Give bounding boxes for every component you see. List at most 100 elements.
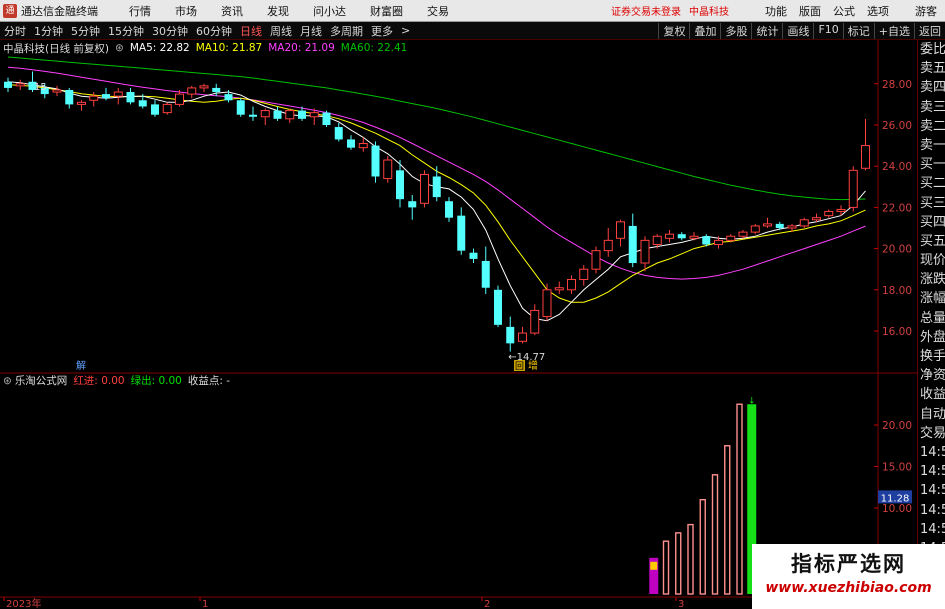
side-panel-item[interactable]: 卖二 [918,117,945,136]
side-panel-item[interactable]: 总量 [918,309,945,328]
side-panel-item[interactable]: 14:56 [918,462,945,481]
candle-body [494,289,502,325]
candle-body [665,233,674,239]
candle-body [52,89,62,93]
candle-body [309,112,319,118]
candle-body [763,223,772,227]
date-label: 2 [484,599,490,609]
side-panel-item[interactable]: 交易 [918,424,945,443]
down-arrow-icon: ↓ [748,396,756,406]
side-panel-item[interactable]: 卖五 [918,59,945,78]
side-panel-item[interactable]: 买一 [918,155,945,174]
side-panel-item[interactable]: 涨幅 [918,289,945,308]
date-label: 3 [678,599,684,609]
candle-body [408,201,417,208]
candle-body [848,169,858,208]
side-panel-item[interactable]: 委比 [918,40,945,59]
kline-chart[interactable]: 28.00 26.00 24.00 22.00 20.00 18.00 16.00 20.00… [0,0,945,609]
indicator-tick-label: 15.00 [882,462,912,474]
side-panel-item[interactable]: 14:56 [918,501,945,520]
side-panel-item[interactable]: 卖三 [918,98,945,117]
candle-body [15,83,25,87]
candle-body [616,221,625,239]
indicator-signal-mark [650,561,658,570]
candle-body [285,110,295,120]
candle-body [199,85,209,89]
side-panel-item[interactable]: 净资 [918,366,945,385]
zeng-marker: 增 [528,359,538,372]
settings-gear-icon[interactable]: ⊛ [115,42,124,54]
candle-body [652,235,662,245]
side-panel-item[interactable]: 卖四 [918,78,945,97]
candle-body [4,81,12,88]
top-left-price-marker: 15 [34,82,47,93]
indicator-bar-red [675,532,682,595]
side-panel-item[interactable]: 买五 [918,232,945,251]
side-panel-item[interactable]: 14:56 [918,481,945,500]
candle-body [812,217,821,221]
quote-side-panel: 委比 卖五 卖四 卖三 卖二 卖一 买一 买二 买三 买四 买五 现价 涨跌 涨幅 总量 外盘 换手 净资 收益 自动… [917,40,945,609]
candle-body [702,236,711,245]
ma60-label: MA60: 22.41 [340,42,408,54]
candle-body [677,234,686,239]
indicator-bar-red [736,403,743,595]
candle-body [175,93,184,105]
candle-body [77,101,86,105]
candle-body [836,208,846,213]
indicator-bar-red [699,499,706,595]
candle-body [89,95,99,101]
side-panel-item[interactable]: 收益 [918,385,945,404]
jie-marker: 解 [76,359,86,372]
price-tick-label: 22.00 [882,202,912,214]
low-price-marker: ←14.77 [508,352,545,363]
indicator-name[interactable]: 乐淘公式网 [15,373,68,388]
indicator-tick-label: 20.00 [882,420,912,432]
candle-body [861,145,870,169]
stock-name-label: 中晶科技(日线 前复权) [3,42,110,55]
candle-body [799,219,809,227]
side-panel-item[interactable]: 涨跌 [918,270,945,289]
candle-body [750,225,760,233]
candle-body [102,94,110,99]
ma5-label: MA5: 22.82 [129,42,190,54]
candle-body [151,104,159,115]
candle-body [542,289,552,318]
date-label: 2023年 [6,597,41,609]
candle-body [530,309,540,334]
candle-body [457,215,466,251]
side-panel-item[interactable]: 卖一 [918,136,945,155]
candle-body [824,211,834,217]
price-tick-label: 24.00 [882,161,912,173]
price-tick-label: 28.00 [882,79,912,91]
side-panel-item[interactable]: 买四 [918,213,945,232]
side-panel-item[interactable]: 14:56 [918,520,945,539]
candle-body [640,239,650,264]
candle-body [126,92,135,103]
watermark-title: 指标严选网 [791,552,906,576]
side-panel-item[interactable]: 买三 [918,194,945,213]
main-chart-header: 中晶科技(日线 前复权) ⊛ MA5: 22.82 MA10: 21.87 MA… [0,40,878,56]
current-indicator-value: 11.28 [881,493,910,504]
indicator-green-out: 绿出: 0.00 [130,375,182,387]
candle-body [518,332,527,342]
side-panel-item[interactable]: 14:56 [918,443,945,462]
candle-body [787,225,797,229]
side-panel-item[interactable]: 外盘 [918,328,945,347]
candle-body [322,112,331,125]
candle-body [224,94,233,101]
candle-body [714,239,723,245]
side-panel-item[interactable]: 买二 [918,174,945,193]
side-panel-item[interactable]: 换手 [918,347,945,366]
indicator-bar-red [662,540,670,595]
side-panel-item[interactable]: 现价 [918,251,945,270]
side-panel-item[interactable]: 自动 [918,405,945,424]
watermark-url: www.xuezhibiao.com [765,580,932,596]
candle-body [187,87,197,95]
candle-body [260,110,270,118]
indicator-gear-icon[interactable]: ⊛ [3,375,12,387]
watermark-banner: 指标严选网 www.xuezhibiao.com [752,544,945,609]
indicator-header: ⊛ 乐淘公式网 红进: 0.00 绿出: 0.00 收益点: - [0,373,878,388]
candle-body [298,110,306,119]
candle-body [628,225,637,264]
candle-body [591,250,601,270]
